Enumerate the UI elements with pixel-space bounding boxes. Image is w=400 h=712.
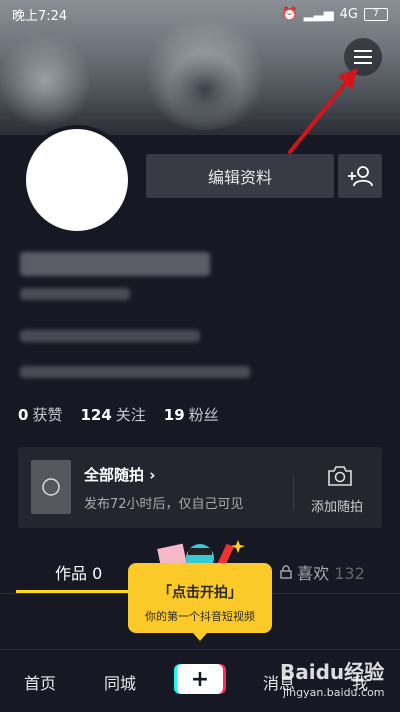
random-shots-title[interactable]: 全部随拍 ›	[84, 464, 155, 485]
signal-icon: ▂▃▅	[303, 6, 334, 22]
random-shot-thumbnail	[31, 460, 71, 514]
add-random-shot-label[interactable]: 添加随拍	[311, 496, 363, 515]
likes-stat[interactable]: 0 获赞	[18, 404, 62, 425]
tab-works[interactable]: 作品 0	[55, 560, 102, 584]
nav-local[interactable]: 同城	[104, 670, 136, 694]
circle-icon	[42, 478, 60, 496]
avatar[interactable]	[22, 125, 132, 235]
divider	[293, 475, 294, 511]
status-time: 晚上7:24	[12, 8, 68, 24]
tooltip-subtitle: 你的第一个抖音短视频	[145, 610, 255, 623]
camera-icon	[328, 466, 352, 486]
followers-stat[interactable]: 19 粉丝	[164, 404, 219, 425]
tooltip-title: 「点击开拍」	[158, 585, 242, 601]
add-friend-icon	[348, 166, 373, 187]
following-stat[interactable]: 124 关注	[80, 404, 145, 425]
lock-icon	[280, 564, 297, 583]
tab-likes[interactable]: 喜欢 132	[280, 560, 365, 584]
random-shots-subtitle: 发布72小时后，仅自己可见	[84, 497, 244, 512]
edit-profile-button[interactable]: 编辑资料	[146, 154, 334, 198]
annotation-arrow-icon	[288, 68, 358, 154]
alarm-icon: ⏰	[281, 6, 298, 22]
nav-home[interactable]: 首页	[24, 670, 56, 694]
network-type: 4G	[339, 6, 358, 22]
bio-blurred	[20, 330, 200, 342]
baidu-watermark-url: jingyan.baidu.com	[283, 686, 385, 699]
user-id-blurred	[20, 288, 130, 300]
nickname-blurred	[20, 252, 210, 276]
status-bar: 晚上7:24 ⏰ ▂▃▅ 4G 7	[0, 0, 400, 28]
start-shooting-tooltip[interactable]: 「点击开拍」 你的第一个抖音短视频	[128, 563, 272, 633]
create-video-button[interactable]: +	[177, 664, 223, 694]
add-random-shot-button[interactable]	[327, 465, 353, 491]
chevron-right-icon: ›	[149, 466, 156, 484]
bio-line2-blurred	[20, 366, 250, 378]
random-shots-card[interactable]: 全部随拍 › 发布72小时后，仅自己可见 添加随拍	[18, 447, 382, 528]
tooltip-tail	[193, 633, 207, 641]
battery-icon: 7	[364, 7, 388, 21]
profile-stats: 0 获赞 124 关注 19 粉丝	[18, 404, 219, 425]
baidu-watermark: Baidu经验	[280, 660, 385, 684]
add-friend-button[interactable]	[338, 154, 382, 198]
